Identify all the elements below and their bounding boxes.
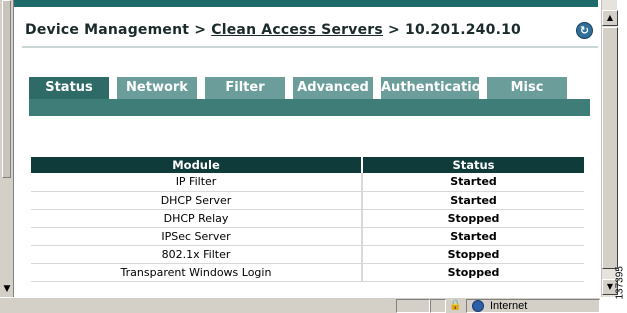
breadcrumb-link-clean-access-servers[interactable]: Clean Access Servers [211, 22, 383, 38]
tab-misc[interactable]: Misc [487, 77, 567, 100]
left-frame-thumb[interactable] [2, 0, 11, 178]
left-frame-scrollbar[interactable]: ▼ [0, 0, 14, 297]
module-name: IPSec Server [31, 227, 363, 246]
tab-status[interactable]: Status [29, 77, 109, 100]
lock-icon: 🔒 [449, 300, 462, 311]
module-name: 802.1x Filter [31, 245, 363, 264]
module-status: Stopped [362, 263, 584, 282]
tab-underline-bar [29, 99, 590, 116]
scrollbar-thumb[interactable] [602, 27, 618, 269]
globe-icon [472, 300, 484, 312]
status-bar-segment [396, 299, 430, 313]
table-row: Transparent Windows Login Stopped [31, 263, 584, 282]
breadcrumb: Device Management > Clean Access Servers… [25, 22, 521, 38]
module-status: Started [362, 227, 584, 246]
table-row: DHCP Relay Stopped [31, 209, 584, 228]
refresh-icon[interactable]: ↻ [576, 22, 593, 39]
figure-number: 137395 [612, 240, 626, 300]
column-header-status: Status [362, 157, 584, 173]
tab-authentication[interactable]: Authentication [381, 77, 490, 100]
module-status-table: Module Status IP Filter Started DHCP Ser… [31, 157, 584, 282]
module-status: Stopped [362, 245, 584, 264]
module-name: Transparent Windows Login [31, 263, 363, 282]
table-row: IPSec Server Started [31, 227, 584, 246]
security-zone-segment [466, 299, 600, 313]
table-header-row: Module Status [31, 157, 584, 173]
browser-status-bar: 🔒 Internet [0, 297, 600, 313]
tab-advanced[interactable]: Advanced [293, 77, 373, 100]
column-header-module: Module [31, 157, 363, 173]
scroll-down-arrow-icon[interactable]: ▼ [2, 283, 12, 295]
breadcrumb-root: Device Management > [25, 22, 212, 38]
tab-filter[interactable]: Filter [205, 77, 285, 100]
figure-number-text: 137395 [614, 266, 626, 300]
table-row: IP Filter Started [31, 173, 584, 192]
security-zone-label: Internet [490, 300, 528, 312]
breadcrumb-divider [22, 46, 598, 48]
module-name: DHCP Relay [31, 209, 363, 228]
table-row: DHCP Server Started [31, 191, 584, 210]
module-status: Started [362, 191, 584, 210]
tab-network[interactable]: Network [117, 77, 197, 100]
table-row: 802.1x Filter Stopped [31, 245, 584, 264]
scroll-up-button[interactable]: ▲ [602, 10, 618, 26]
module-status: Started [362, 173, 584, 192]
header-strip [14, 0, 598, 7]
status-bar-segment [430, 299, 446, 313]
module-name: IP Filter [31, 173, 363, 192]
module-status: Stopped [362, 209, 584, 228]
module-name: DHCP Server [31, 191, 363, 210]
breadcrumb-current: > 10.201.240.10 [382, 22, 521, 38]
